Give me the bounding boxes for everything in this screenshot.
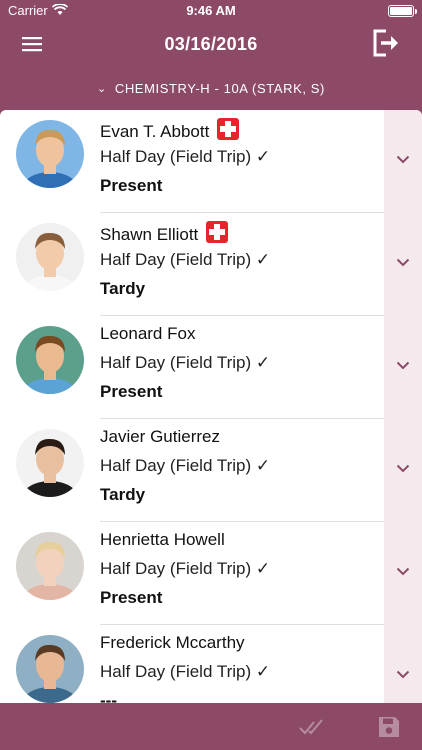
student-name: Shawn Elliott (100, 221, 229, 245)
chevron-down-icon: ⌄ (97, 83, 107, 95)
attendance-detail[interactable]: Half Day (Field Trip) ✓ (100, 559, 270, 579)
expand-row-button[interactable] (384, 522, 422, 625)
expand-row-button[interactable] (384, 110, 422, 213)
student-name-text: Henrietta Howell (100, 530, 225, 549)
student-row[interactable]: Leonard Fox Half Day (Field Trip) ✓ Presen… (0, 316, 422, 419)
student-name-text: Leonard Fox (100, 324, 196, 343)
battery-level (390, 7, 412, 15)
attendance-detail[interactable]: Half Day (Field Trip) ✓ (100, 353, 270, 373)
chevron-down-icon (396, 155, 410, 164)
logout-icon[interactable] (370, 26, 404, 60)
attendance-status[interactable]: --- (100, 691, 117, 703)
student-avatar (16, 326, 84, 394)
chevron-down-icon (396, 464, 410, 473)
student-list[interactable]: Evan T. Abbott Half Day (Field Trip) ✓ Pre… (0, 110, 422, 703)
health-alert-icon[interactable] (217, 118, 240, 140)
attendance-status[interactable]: Tardy (100, 279, 145, 299)
chevron-down-icon (396, 258, 410, 267)
expand-row-button[interactable] (384, 316, 422, 419)
student-row[interactable]: Shawn Elliott Half Day (Field Trip) ✓ Tard… (0, 213, 422, 316)
student-avatar (16, 635, 84, 703)
battery-icon (388, 5, 417, 17)
navigation-bar: 03/16/2016 (0, 22, 422, 66)
clock: 9:46 AM (186, 3, 236, 18)
student-row[interactable]: Henrietta Howell Half Day (Field Trip) ✓ P… (0, 522, 422, 625)
footer-toolbar (0, 703, 422, 750)
save-icon[interactable] (378, 716, 400, 738)
student-name: Frederick Mccarthy (100, 633, 245, 653)
student-name: Leonard Fox (100, 324, 195, 344)
attendance-detail[interactable]: Half Day (Field Trip) ✓ (100, 456, 270, 476)
class-selector[interactable]: ⌄ CHEMISTRY-H - 10A (STARK, S) (0, 74, 422, 104)
student-name-text: Javier Gutierrez (100, 427, 220, 446)
expand-row-button[interactable] (384, 625, 422, 703)
class-selector-label: CHEMISTRY-H - 10A (STARK, S) (114, 81, 325, 96)
student-name-text: Evan T. Abbott (100, 122, 210, 141)
student-row[interactable]: Evan T. Abbott Half Day (Field Trip) ✓ Pre… (0, 110, 422, 213)
page-title-date[interactable]: 03/16/2016 (0, 34, 422, 55)
student-avatar (16, 120, 84, 188)
student-name-text: Shawn Elliott (100, 225, 199, 244)
student-row[interactable]: Javier Gutierrez Half Day (Field Trip) ✓ T… (0, 419, 422, 522)
attendance-detail[interactable]: Half Day (Field Trip) ✓ (100, 147, 270, 167)
student-avatar (16, 532, 84, 600)
student-name: Javier Gutierrez (100, 427, 220, 447)
status-bar: Carrier 9:46 AM (0, 0, 422, 22)
student-row[interactable]: Frederick Mccarthy Half Day (Field Trip) … (0, 625, 422, 703)
attendance-status[interactable]: Present (100, 176, 162, 196)
student-name: Evan T. Abbott (100, 118, 240, 142)
student-name-text: Frederick Mccarthy (100, 633, 245, 652)
student-name: Henrietta Howell (100, 530, 225, 550)
chevron-down-icon (396, 567, 410, 576)
attendance-status[interactable]: Present (100, 588, 162, 608)
attendance-status[interactable]: Present (100, 382, 162, 402)
student-avatar (16, 429, 84, 497)
attendance-detail[interactable]: Half Day (Field Trip) ✓ (100, 250, 270, 270)
student-avatar (16, 223, 84, 291)
expand-row-button[interactable] (384, 213, 422, 316)
chevron-down-icon (396, 670, 410, 679)
attendance-detail[interactable]: Half Day (Field Trip) ✓ (100, 662, 270, 682)
attendance-status[interactable]: Tardy (100, 485, 145, 505)
double-check-icon[interactable] (298, 716, 326, 738)
health-alert-icon[interactable] (206, 221, 229, 243)
expand-row-button[interactable] (384, 419, 422, 522)
chevron-down-icon (396, 361, 410, 370)
